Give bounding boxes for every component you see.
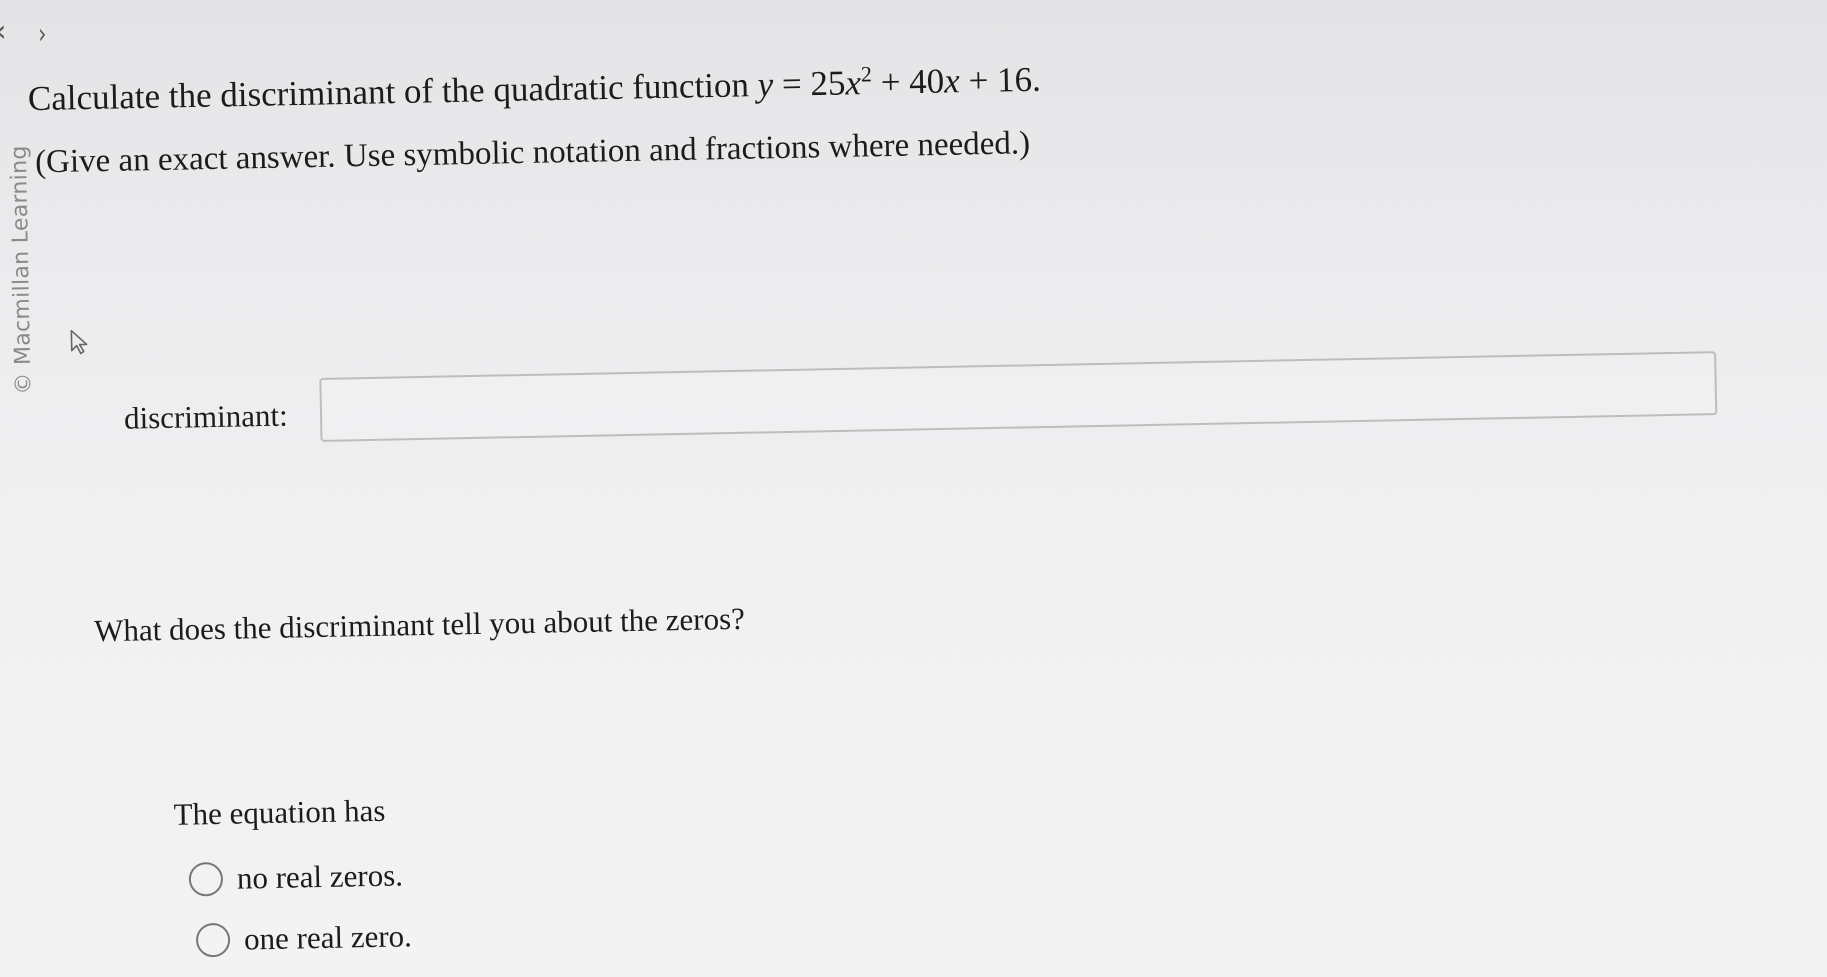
question-page: ‹ › © Macmillan Learning Calculate the d… xyxy=(0,0,1827,977)
discriminant-label: discriminant: xyxy=(123,397,288,436)
discriminant-input[interactable] xyxy=(319,351,1718,442)
exponent: 2 xyxy=(860,61,873,87)
option-no-real-zeros[interactable]: no real zeros. xyxy=(188,857,404,897)
option-one-real-zero[interactable]: one real zero. xyxy=(195,918,413,958)
equals-25: = 25 xyxy=(772,63,846,104)
plus-16: + 16. xyxy=(959,59,1042,101)
var-y: y xyxy=(757,64,774,105)
equation-has-label: The equation has xyxy=(173,792,386,832)
var-x: x xyxy=(845,63,862,103)
plus-40: + 40 xyxy=(871,61,945,102)
var-x2: x xyxy=(943,61,961,101)
option-label: one real zero. xyxy=(243,918,413,957)
next-arrow-icon[interactable]: › xyxy=(38,17,46,50)
question-text: Calculate the discriminant of the quadra… xyxy=(27,58,1042,119)
radio-button[interactable] xyxy=(188,861,224,897)
question-prefix: Calculate the discriminant of the quadra… xyxy=(27,65,759,119)
option-label: no real zeros. xyxy=(236,857,404,896)
radio-button[interactable] xyxy=(195,922,231,958)
copyright-watermark: © Macmillan Learning xyxy=(6,145,37,395)
previous-arrow-icon[interactable]: ‹ xyxy=(0,14,7,49)
zeros-question: What does the discriminant tell you abou… xyxy=(93,600,746,649)
cursor-pointer-icon xyxy=(70,329,88,355)
instructions: (Give an exact answer. Use symbolic nota… xyxy=(34,125,1031,181)
